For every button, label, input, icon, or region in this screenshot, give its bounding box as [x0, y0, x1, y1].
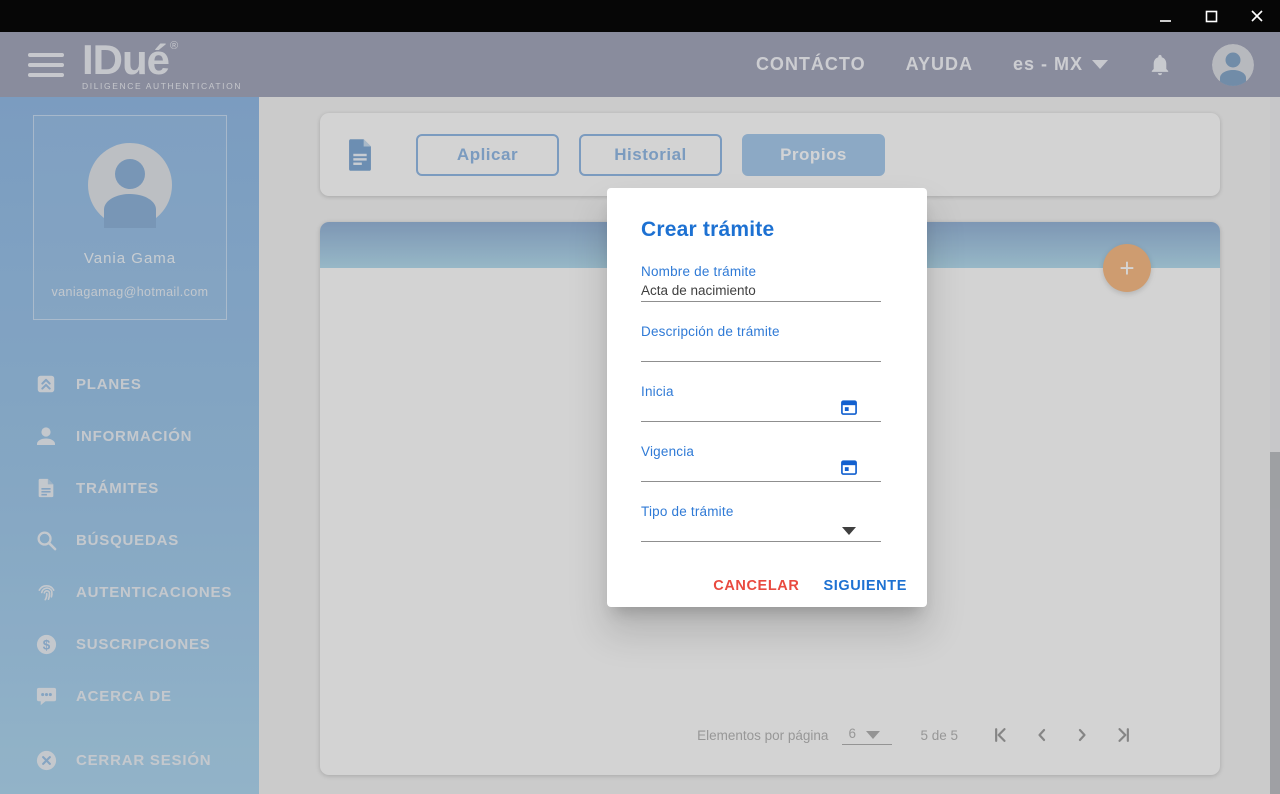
window-maximize-button[interactable]	[1188, 0, 1234, 32]
minimize-icon	[1159, 10, 1172, 23]
maximize-icon	[1205, 10, 1218, 23]
field-label: Nombre de trámite	[641, 264, 881, 280]
field-descripcion-de-tramite: Descripción de trámite	[641, 324, 881, 362]
siguiente-button[interactable]: SIGUIENTE	[821, 572, 909, 600]
field-nombre-de-tramite: Nombre de trámite Acta de nacimiento	[641, 264, 881, 302]
field-label: Tipo de trámite	[641, 504, 881, 520]
cancelar-button[interactable]: CANCELAR	[711, 572, 801, 600]
input-value: Acta de nacimiento	[641, 283, 756, 301]
calendar-icon[interactable]	[839, 457, 859, 477]
field-label: Descripción de trámite	[641, 324, 881, 340]
descripcion-input[interactable]	[641, 340, 881, 362]
crear-tramite-dialog: Crear trámite Nombre de trámite Acta de …	[607, 188, 927, 607]
field-tipo-de-tramite: Tipo de trámite	[641, 504, 881, 542]
close-icon	[1250, 9, 1264, 23]
window-minimize-button[interactable]	[1142, 0, 1188, 32]
vigencia-input[interactable]	[641, 460, 881, 482]
window-close-button[interactable]	[1234, 0, 1280, 32]
field-vigencia: Vigencia	[641, 444, 881, 482]
calendar-icon[interactable]	[839, 397, 859, 417]
dropdown-arrow-icon	[842, 527, 856, 535]
window-titlebar	[0, 0, 1280, 32]
field-inicia: Inicia	[641, 384, 881, 422]
dialog-actions: CANCELAR SIGUIENTE	[641, 572, 909, 600]
nombre-input[interactable]: Acta de nacimiento	[641, 280, 881, 302]
dialog-title: Crear trámite	[641, 218, 881, 242]
inicia-input[interactable]	[641, 400, 881, 422]
tipo-de-tramite-select[interactable]	[641, 520, 881, 542]
